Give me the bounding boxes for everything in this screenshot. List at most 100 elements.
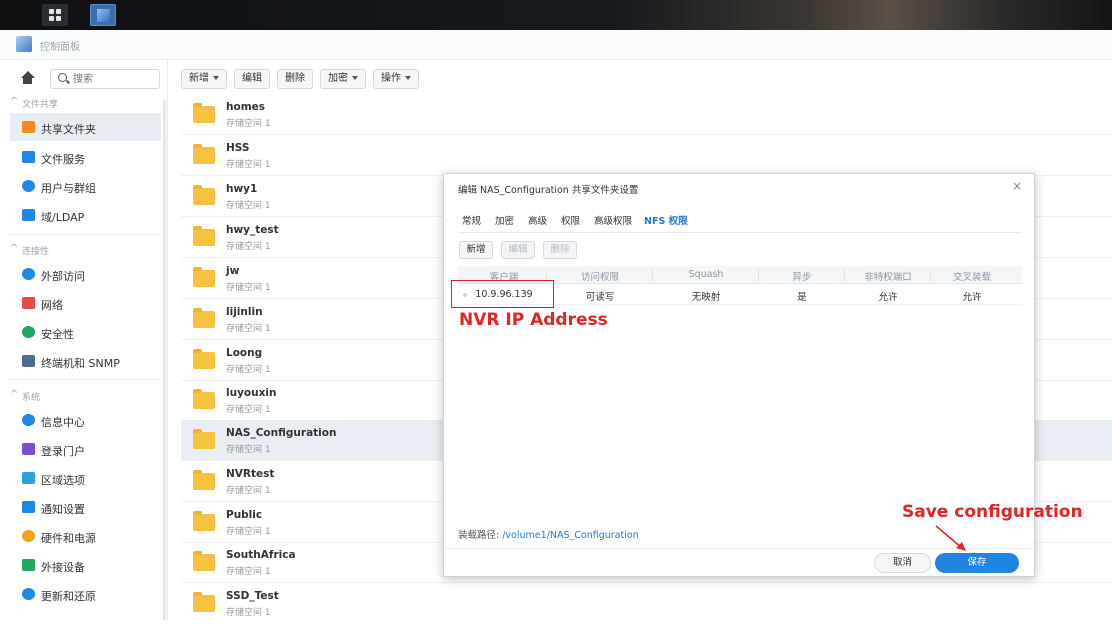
folder-volume: 存储空间 1	[226, 567, 271, 577]
cell-nonpriv-port: 允许	[878, 292, 898, 303]
region-icon	[22, 472, 35, 484]
action-button[interactable]: 操作	[373, 69, 419, 89]
sidebar-item-label: 硬件和电源	[41, 532, 96, 545]
sidebar-item-label: 文件服务	[41, 153, 85, 166]
tab-permissions[interactable]: 权限	[561, 213, 580, 227]
folder-row-hss[interactable]: HSS 存储空间 1	[181, 135, 1112, 176]
sidebar-item-notification[interactable]: 通知设置	[10, 493, 161, 521]
column-access[interactable]: 访问权限	[548, 269, 652, 283]
section-system[interactable]: 系统	[10, 389, 40, 403]
column-async[interactable]: 异步	[760, 269, 844, 283]
column-nonpriv-port[interactable]: 非特权端口	[846, 269, 930, 283]
edit-button[interactable]: 编辑	[234, 69, 270, 89]
sidebar-item-login-portal[interactable]: 登录门户	[10, 435, 161, 463]
nfs-add-button[interactable]: 新增	[459, 241, 493, 259]
window-title: 控制面板	[40, 42, 80, 53]
nfs-delete-button[interactable]: 删除	[543, 241, 577, 259]
save-button[interactable]: 保存	[935, 553, 1019, 573]
sidebar-item-label: 用户与群组	[41, 182, 96, 195]
folder-name: hwy1	[226, 183, 258, 195]
sidebar-item-label: 更新和还原	[41, 590, 96, 603]
folder-icon	[193, 144, 215, 164]
sidebar-item-security[interactable]: 安全性	[10, 318, 161, 346]
terminal-icon	[22, 355, 35, 367]
folder-icon	[193, 226, 215, 246]
column-squash[interactable]: Squash	[654, 269, 758, 280]
annotation-nvr-ip: NVR IP Address	[459, 310, 608, 330]
nfs-edit-button[interactable]: 编辑	[501, 241, 535, 259]
section-file-sharing[interactable]: 文件共享	[10, 96, 58, 110]
tab-general[interactable]: 常规	[462, 213, 481, 227]
folder-volume: 存储空间 1	[226, 445, 271, 455]
column-cross-mount[interactable]: 交叉装载	[932, 269, 1012, 283]
sidebar-item-label: 外接设备	[41, 561, 85, 574]
sidebar-scrollbar[interactable]	[163, 100, 166, 620]
folder-name: NVRtest	[226, 468, 275, 480]
action-button-label: 操作	[381, 73, 401, 84]
cell-access: 可读写	[585, 292, 615, 303]
folder-volume: 存储空间 1	[226, 608, 271, 618]
sidebar-item-users[interactable]: 用户与群组	[10, 172, 161, 200]
folder-volume: 存储空间 1	[226, 283, 271, 293]
folder-icon	[193, 429, 215, 449]
sidebar-item-label: 通知设置	[41, 503, 85, 516]
folder-row-ssd-test[interactable]: SSD_Test 存储空间 1	[181, 583, 1112, 624]
annotation-save-config: Save configuration	[902, 502, 1083, 522]
update-icon	[22, 588, 35, 600]
folder-name: jw	[226, 265, 240, 277]
cancel-button[interactable]: 取消	[874, 553, 931, 573]
info-icon	[22, 414, 35, 426]
encrypt-button[interactable]: 加密	[320, 69, 366, 89]
sidebar-item-regional-options[interactable]: 区域选项	[10, 464, 161, 492]
cell-cross-mount: 允许	[962, 292, 982, 303]
sidebar-item-hardware-power[interactable]: 硬件和电源	[10, 522, 161, 550]
login-portal-icon	[22, 443, 35, 455]
sidebar-item-label: 网络	[41, 299, 63, 312]
sidebar-item-terminal-snmp[interactable]: 终端机和 SNMP	[10, 347, 161, 375]
external-device-icon	[22, 559, 35, 571]
folder-icon	[193, 470, 215, 490]
control-panel-taskbar-icon[interactable]	[90, 4, 116, 26]
folder-icon	[193, 592, 215, 612]
sidebar-item-label: 信息中心	[41, 416, 85, 429]
tab-nfs-permissions[interactable]: NFS 权限	[644, 213, 688, 227]
tab-advanced-permissions[interactable]: 高级权限	[594, 213, 632, 227]
delete-button[interactable]: 删除	[277, 69, 313, 89]
sidebar-item-label: 共享文件夹	[41, 123, 96, 136]
column-divider	[844, 269, 845, 281]
search-icon	[58, 73, 67, 82]
chevron-down-icon	[405, 76, 411, 80]
sidebar-item-label: 域/LDAP	[41, 211, 85, 224]
cell-squash: 无映射	[691, 292, 721, 303]
folder-icon	[193, 511, 215, 531]
new-button[interactable]: 新增	[181, 69, 227, 89]
sidebar-item-label: 终端机和 SNMP	[41, 357, 120, 370]
search-input[interactable]	[73, 72, 153, 86]
home-icon[interactable]	[14, 69, 44, 89]
folder-name: SouthAfrica	[226, 549, 296, 561]
main-menu-icon[interactable]	[42, 4, 68, 26]
tab-advanced[interactable]: 高级	[528, 213, 547, 227]
sidebar-item-info-center[interactable]: 信息中心	[10, 406, 161, 434]
folder-icon	[193, 389, 215, 409]
encrypt-button-label: 加密	[328, 73, 348, 84]
sidebar-item-ldap[interactable]: 域/LDAP	[10, 201, 161, 229]
sidebar-item-external-access[interactable]: 外部访问	[10, 260, 161, 288]
sidebar-item-label: 外部访问	[41, 270, 85, 283]
section-connectivity[interactable]: 连接性	[10, 243, 49, 257]
mount-path-label: 装载路径:	[458, 530, 500, 541]
sidebar-search[interactable]	[50, 69, 160, 89]
sidebar-item-file-services[interactable]: 文件服务	[10, 143, 161, 171]
network-icon	[22, 297, 35, 309]
sidebar-item-update-restore[interactable]: 更新和还原	[10, 580, 161, 608]
dialog-footer-divider	[444, 548, 1034, 549]
folder-icon	[193, 349, 215, 369]
folder-row-homes[interactable]: homes 存储空间 1	[181, 94, 1112, 135]
sidebar-item-network[interactable]: 网络	[10, 289, 161, 317]
sidebar-item-shared-folder[interactable]: 共享文件夹	[10, 113, 161, 141]
sidebar-item-external-devices[interactable]: 外接设备	[10, 551, 161, 579]
notification-icon	[22, 501, 35, 513]
tab-encryption[interactable]: 加密	[495, 213, 514, 227]
close-icon[interactable]: ×	[1012, 179, 1022, 193]
power-icon	[22, 530, 35, 542]
